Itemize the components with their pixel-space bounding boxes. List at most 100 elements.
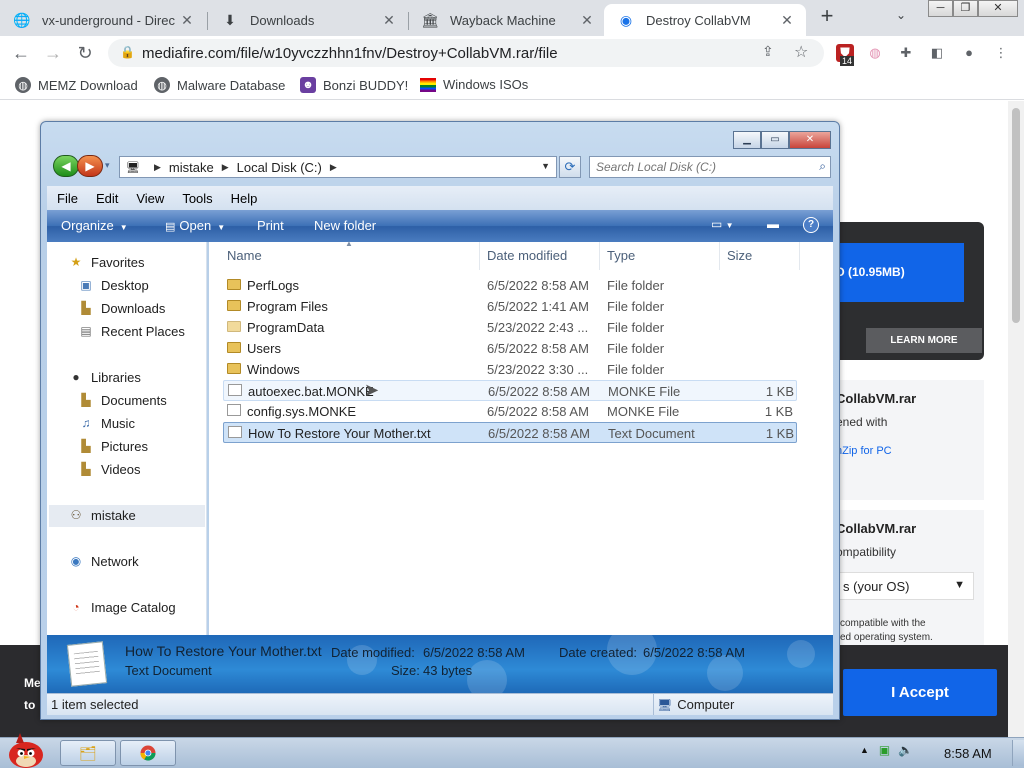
winzip-link[interactable]: nZip for PC (836, 445, 892, 457)
chevron-down-icon[interactable]: ▼ (541, 161, 550, 171)
file-row-config-monke[interactable]: config.sys.MONKE 6/5/2022 8:58 AM MONKE … (223, 401, 797, 422)
nav-desktop[interactable]: ▣ Desktop (77, 277, 148, 293)
explorer-address-bar[interactable]: 🖥 ▶ mistake ▶ Local Disk (C:) ▶ ▼ (119, 156, 557, 178)
reload-button[interactable]: ↻ (73, 41, 97, 65)
extension-flag-icon[interactable]: ◍ (866, 44, 884, 62)
menu-help[interactable]: Help (221, 191, 266, 206)
column-divider[interactable] (719, 242, 720, 270)
change-view-button[interactable]: ▭ ▼ (711, 217, 734, 231)
nav-recent-places[interactable]: ▤ Recent Places (77, 323, 185, 339)
column-header-type[interactable]: Type (607, 248, 635, 263)
tab-vx-underground[interactable]: 🌐 vx-underground - Direc ✕ (0, 4, 206, 36)
volume-icon[interactable]: 🔈 (898, 743, 913, 757)
side-panel-icon[interactable]: ◧ (928, 44, 946, 62)
nav-image-catalog[interactable]: ◔ Image Catalog (67, 599, 175, 615)
nav-music[interactable]: ♫ Music (77, 415, 135, 431)
history-chevron-icon[interactable]: ▾ (105, 160, 110, 171)
menu-view[interactable]: View (126, 191, 172, 206)
menu-edit[interactable]: Edit (86, 191, 126, 206)
profile-avatar-icon[interactable]: ● (960, 44, 978, 62)
forward-button[interactable]: → (41, 41, 65, 65)
chevron-right-icon[interactable]: ▶ (154, 162, 161, 173)
column-divider[interactable] (599, 242, 600, 270)
explorer-close-button[interactable]: ✕ (789, 131, 831, 149)
column-divider[interactable] (799, 242, 800, 270)
nav-documents[interactable]: ▙ Documents (77, 392, 166, 408)
bookmark-malware-database[interactable]: ◍ Malware Database (154, 77, 285, 93)
nav-homegroup-mistake[interactable]: ⚇ mistake (67, 507, 136, 523)
explorer-maximize-button[interactable]: ▭ (761, 131, 789, 149)
accept-button[interactable]: I Accept (843, 669, 997, 716)
explorer-search-box[interactable]: ⌕ (589, 156, 831, 178)
show-desktop-button[interactable] (1012, 740, 1024, 766)
minimize-button[interactable]: ─ (928, 0, 953, 17)
tray-expand-icon[interactable]: ▲ (860, 745, 869, 755)
os-select[interactable]: s (your OS) ▼ (830, 572, 974, 600)
nav-libraries[interactable]: ● Libraries (67, 369, 140, 385)
close-icon[interactable]: ✕ (578, 11, 596, 29)
open-button[interactable]: ▤ Open ▼ (165, 218, 225, 233)
nav-network[interactable]: ◉ Network (67, 553, 139, 569)
address-bar[interactable]: 🔒 mediafire.com/file/w10yvczzhhn1fnv/Des… (108, 39, 824, 67)
file-row-perflogs[interactable]: PerfLogs 6/5/2022 8:58 AM File folder (223, 275, 797, 296)
nav-favorites[interactable]: ★ Favorites (67, 254, 145, 270)
tab-destroy-collabvm[interactable]: ◉ Destroy CollabVM ✕ (604, 4, 806, 36)
close-icon[interactable]: ✕ (178, 11, 196, 29)
refresh-button[interactable]: ⟳ (559, 156, 581, 178)
file-row-how-to-restore[interactable]: How To Restore Your Mother.txt 6/5/2022 … (223, 422, 797, 443)
file-row-programdata[interactable]: ProgramData 5/23/2022 2:43 ... File fold… (223, 317, 797, 338)
column-header-size[interactable]: Size (727, 248, 752, 263)
close-icon[interactable]: ✕ (778, 11, 796, 29)
page-scroll-thumb[interactable] (1012, 108, 1020, 323)
nav-pictures[interactable]: ▙ Pictures (77, 438, 148, 454)
column-header-date[interactable]: Date modified (487, 248, 567, 263)
share-icon[interactable]: ⇪ (762, 43, 774, 60)
menu-tools[interactable]: Tools (172, 191, 220, 206)
new-tab-button[interactable]: + (816, 5, 838, 28)
chevron-right-icon[interactable]: ▶ (222, 162, 229, 173)
explorer-minimize-button[interactable]: ▁ (733, 131, 761, 149)
breadcrumb-local-disk[interactable]: Local Disk (C:) (237, 160, 322, 175)
file-row-windows[interactable]: Windows 5/23/2022 3:30 ... File folder (223, 359, 797, 380)
file-row-users[interactable]: Users 6/5/2022 8:58 AM File folder (223, 338, 797, 359)
explorer-forward-button[interactable]: ▶ (77, 155, 103, 177)
organize-button[interactable]: Organize ▼ (61, 218, 128, 233)
breadcrumb-mistake[interactable]: mistake (169, 160, 214, 175)
explorer-back-button[interactable]: ◀ (53, 155, 79, 177)
download-button[interactable]: D (10.95MB) (830, 243, 964, 302)
menu-kebab-icon[interactable]: ⋮ (992, 44, 1010, 62)
url-text[interactable]: mediafire.com/file/w10yvczzhhn1fnv/Destr… (142, 45, 558, 62)
bookmark-star-icon[interactable]: ☆ (794, 42, 808, 62)
angry-bird-start-icon[interactable] (4, 731, 48, 768)
file-row-autoexec-monke[interactable]: autoexec.bat.MONKE 6/5/2022 8:58 AM MONK… (223, 380, 797, 401)
search-input[interactable] (596, 159, 806, 175)
close-icon[interactable]: ✕ (380, 11, 398, 29)
file-row-program-files[interactable]: Program Files 6/5/2022 1:41 AM File fold… (223, 296, 797, 317)
bookmark-windows-isos[interactable]: Windows ISOs (420, 77, 528, 92)
print-button[interactable]: Print (257, 218, 284, 233)
extensions-puzzle-icon[interactable]: ✚ (897, 44, 915, 62)
tab-downloads[interactable]: ⬇ Downloads ✕ (208, 4, 408, 36)
chevron-right-icon[interactable]: ▶ (330, 162, 337, 173)
new-folder-button[interactable]: New folder (314, 218, 376, 233)
network-tray-icon[interactable]: ▣ (879, 743, 890, 757)
search-icon[interactable]: ⌕ (819, 159, 826, 174)
menu-file[interactable]: File (47, 191, 86, 206)
bookmark-bonzi-buddy[interactable]: ☻ Bonzi BUDDY! (300, 77, 408, 93)
column-header-name[interactable]: Name (227, 248, 262, 263)
taskbar-chrome-button[interactable] (120, 740, 176, 766)
column-divider[interactable] (479, 242, 480, 270)
taskbar-explorer-button[interactable]: 🗂 (60, 740, 116, 766)
help-icon[interactable]: ? (803, 217, 819, 233)
nav-downloads[interactable]: ▙ Downloads (77, 300, 165, 316)
preview-pane-icon[interactable]: ▬ (767, 217, 779, 231)
nav-videos[interactable]: ▙ Videos (77, 461, 140, 477)
tab-search-chevron-icon[interactable]: ⌄ (896, 8, 906, 22)
tab-wayback-machine[interactable]: 🏛 Wayback Machine ✕ (408, 4, 606, 36)
maximize-button[interactable]: ❐ (953, 0, 978, 17)
learn-more-button[interactable]: LEARN MORE (866, 328, 982, 353)
back-button[interactable]: ← (9, 41, 33, 65)
taskbar-clock[interactable]: 8:58 AM (944, 746, 992, 761)
bookmark-memz[interactable]: ◍ MEMZ Download (15, 77, 138, 93)
close-window-button[interactable]: ✕ (978, 0, 1018, 17)
